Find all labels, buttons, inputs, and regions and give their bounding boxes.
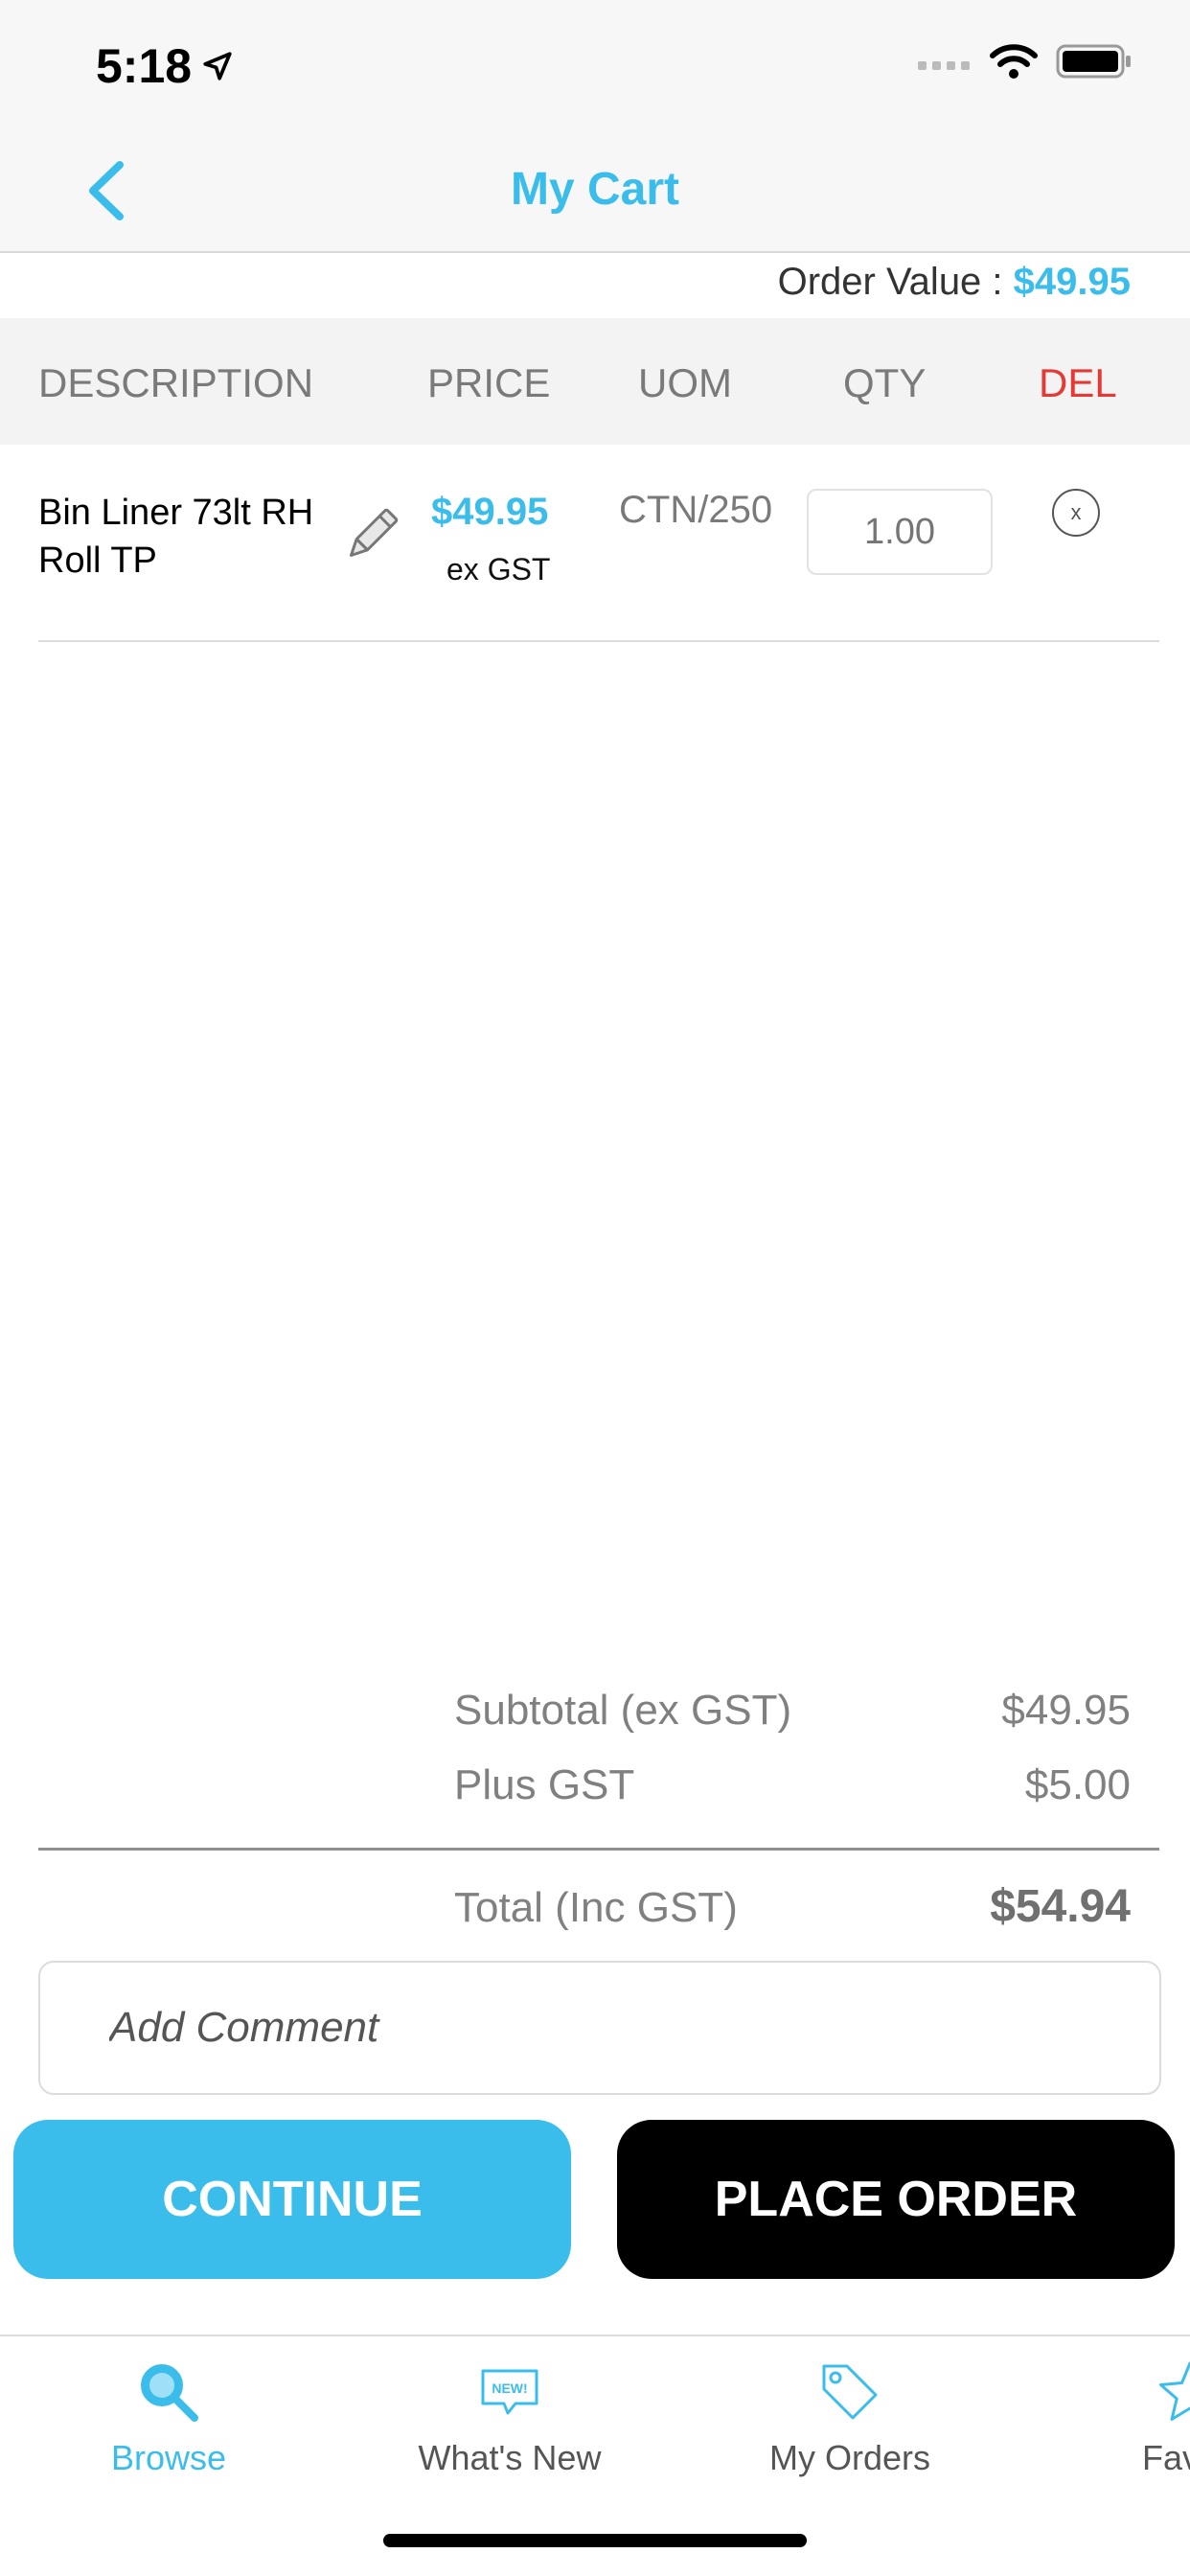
order-value-amount: $49.95 [1013,261,1131,303]
gst-value: $5.00 [1024,1761,1131,1808]
header-price: PRICE [427,360,551,405]
total-value: $54.94 [990,1881,1131,1932]
tab-label: Favou [1141,2438,1190,2477]
close-icon: x [1070,500,1082,524]
new-badge-text: NEW! [492,2380,527,2396]
tab-label: What's New [418,2438,602,2477]
header-del: DEL [1039,360,1117,405]
item-price: $49.95 [431,491,549,533]
header-uom: UOM [638,360,732,405]
tab-my-orders[interactable]: My Orders [706,2354,994,2478]
search-icon [141,2364,198,2422]
wifi-icon [990,44,1038,79]
item-qty-input[interactable] [807,489,993,575]
status-icons [918,42,1133,80]
item-description: Bin Liner 73lt RH Roll TP [38,493,314,581]
gst-label: Plus GST [454,1761,635,1808]
cellular-signal-icon [918,61,970,70]
order-value-label: Order Value : [777,261,1003,303]
tab-favourites[interactable]: Favou [1046,2354,1190,2478]
pencil-icon [349,508,399,558]
cart-item-row: Bin Liner 73lt RH Roll TP $49.95 ex GST … [38,445,1159,642]
subtotal-value: $49.95 [1001,1687,1131,1734]
battery-icon [1056,44,1131,79]
tag-icon [822,2364,878,2420]
status-time: 5:18 [96,38,234,94]
status-bar: 5:18 [0,0,1190,128]
totals-divider [38,1848,1159,1851]
place-order-button[interactable]: PLACE ORDER [617,2120,1175,2279]
comment-input[interactable] [38,1961,1161,2095]
new-badge-icon: NEW! [481,2369,538,2415]
item-uom: CTN/250 [619,489,773,531]
nav-bar: My Cart [0,128,1190,253]
header-qty: QTY [843,360,927,405]
cart-table-header: DESCRIPTION PRICE UOM QTY DEL [0,318,1190,445]
edit-item-button[interactable] [337,502,404,569]
tab-whats-new[interactable]: NEW! What's New [366,2354,653,2478]
subtotal-label: Subtotal (ex GST) [454,1687,792,1734]
total-label: Total (Inc GST) [454,1884,738,1931]
delete-item-button[interactable]: x [1052,489,1100,537]
page-title: My Cart [510,164,680,215]
header-description: DESCRIPTION [38,360,314,405]
location-arrow-icon [203,52,232,80]
home-indicator [383,2534,807,2547]
tab-label: My Orders [768,2438,930,2477]
star-icon [1159,2361,1190,2421]
tab-label: Browse [110,2438,227,2477]
continue-button[interactable]: CONTINUE [13,2120,571,2279]
tab-browse[interactable]: Browse [25,2354,312,2478]
order-value: Order Value : $49.95 [778,261,1131,304]
item-price-note: ex GST [446,552,551,586]
